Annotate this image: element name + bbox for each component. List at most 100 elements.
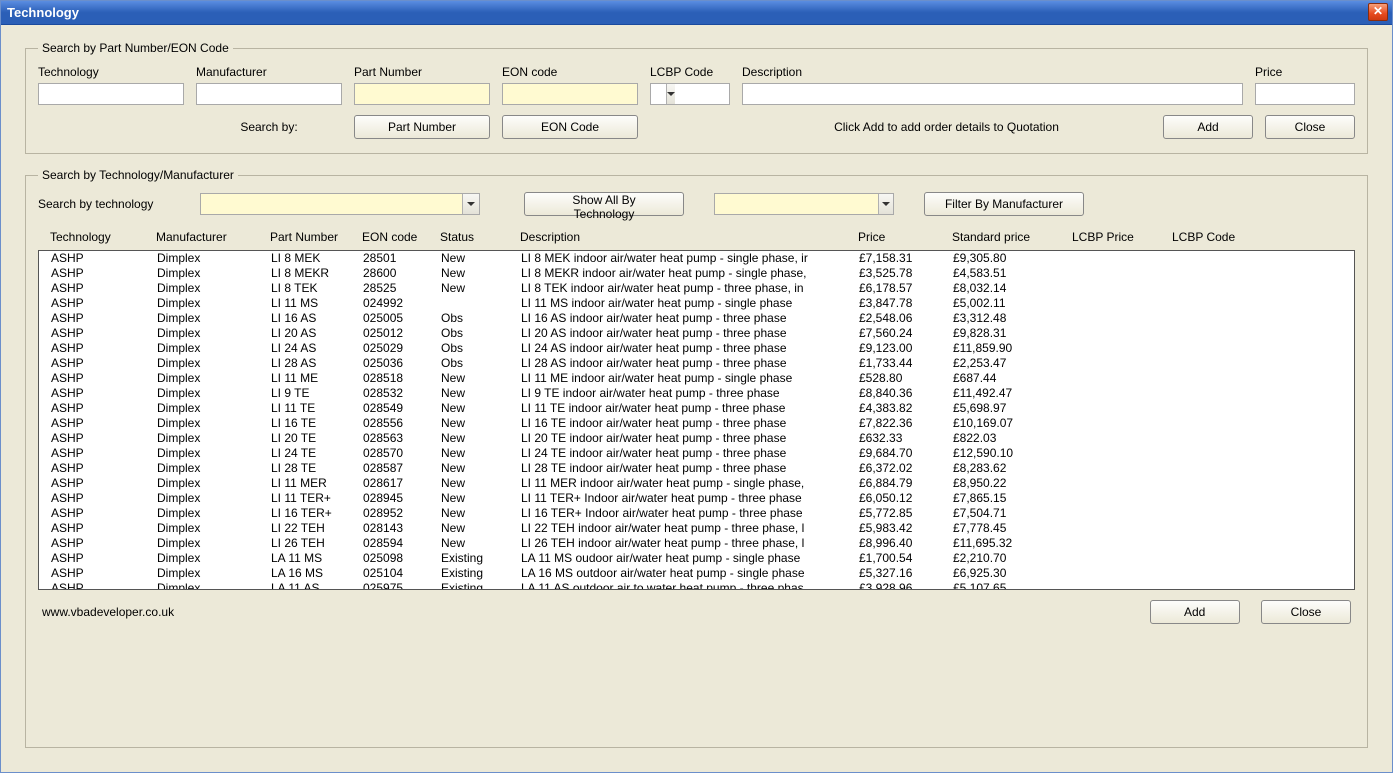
cell-stdp: £687.44	[953, 371, 1073, 386]
description-input[interactable]	[742, 83, 1243, 105]
table-row[interactable]: ASHPDimplexLI 28 AS025036ObsLI 28 AS ind…	[39, 356, 1354, 371]
cell-desc: LI 8 TEK indoor air/water heat pump - th…	[521, 281, 859, 296]
table-row[interactable]: ASHPDimplexLI 16 TE028556NewLI 16 TE ind…	[39, 416, 1354, 431]
results-listbox[interactable]: ASHPDimplexLI 8 MEK28501NewLI 8 MEK indo…	[38, 250, 1355, 590]
cell-price: £9,123.00	[859, 341, 953, 356]
header-description: Description	[520, 230, 858, 244]
manufacturer-combo[interactable]	[714, 193, 894, 215]
footer-link[interactable]: www.vbadeveloper.co.uk	[42, 605, 174, 619]
table-row[interactable]: ASHPDimplexLI 8 MEK28501NewLI 8 MEK indo…	[39, 251, 1354, 266]
manufacturer-combo-input[interactable]	[715, 194, 878, 214]
cell-manuf: Dimplex	[157, 431, 271, 446]
search-part-number-button[interactable]: Part Number	[354, 115, 490, 139]
cell-eon: 028549	[363, 401, 441, 416]
cell-lcbpp	[1073, 386, 1173, 401]
cell-status: New	[441, 491, 521, 506]
close-icon[interactable]: ✕	[1368, 3, 1388, 21]
cell-manuf: Dimplex	[157, 341, 271, 356]
cell-status: New	[441, 431, 521, 446]
cell-manuf: Dimplex	[157, 281, 271, 296]
cell-tech: ASHP	[51, 551, 157, 566]
cell-part: LI 28 AS	[271, 356, 363, 371]
table-row[interactable]: ASHPDimplexLI 11 TER+028945NewLI 11 TER+…	[39, 491, 1354, 506]
chevron-down-icon[interactable]	[878, 194, 893, 214]
cell-part: LI 26 TEH	[271, 536, 363, 551]
table-row[interactable]: ASHPDimplexLI 11 MS024992LI 11 MS indoor…	[39, 296, 1354, 311]
table-row[interactable]: ASHPDimplexLI 20 AS025012ObsLI 20 AS ind…	[39, 326, 1354, 341]
cell-tech: ASHP	[51, 536, 157, 551]
part-number-combo-input[interactable]	[355, 84, 518, 104]
close-button[interactable]: Close	[1265, 115, 1355, 139]
table-row[interactable]: ASHPDimplexLA 11 MS025098ExistingLA 11 M…	[39, 551, 1354, 566]
eon-code-combo[interactable]	[502, 83, 638, 105]
manufacturer-input[interactable]	[196, 83, 342, 105]
cell-lcbpc	[1173, 281, 1273, 296]
technology-combo-input[interactable]	[201, 194, 462, 214]
table-row[interactable]: ASHPDimplexLI 16 TER+028952NewLI 16 TER+…	[39, 506, 1354, 521]
cell-manuf: Dimplex	[157, 566, 271, 581]
technology-input[interactable]	[38, 83, 184, 105]
cell-status: Obs	[441, 326, 521, 341]
cell-lcbpc	[1173, 356, 1273, 371]
group-search-technology-legend: Search by Technology/Manufacturer	[38, 168, 238, 182]
table-row[interactable]: ASHPDimplexLA 11 AS025975ExistingLA 11 A…	[39, 581, 1354, 590]
chevron-down-icon[interactable]	[462, 194, 479, 214]
table-row[interactable]: ASHPDimplexLI 8 TEK28525NewLI 8 TEK indo…	[39, 281, 1354, 296]
cell-eon: 028952	[363, 506, 441, 521]
table-row[interactable]: ASHPDimplexLA 16 MS025104ExistingLA 16 M…	[39, 566, 1354, 581]
cell-manuf: Dimplex	[157, 581, 271, 590]
table-row[interactable]: ASHPDimplexLI 28 TE028587NewLI 28 TE ind…	[39, 461, 1354, 476]
part-number-combo[interactable]	[354, 83, 490, 105]
cell-lcbpc	[1173, 431, 1273, 446]
cell-manuf: Dimplex	[157, 386, 271, 401]
cell-desc: LI 11 TE indoor air/water heat pump - th…	[521, 401, 859, 416]
table-row[interactable]: ASHPDimplexLI 24 AS025029ObsLI 24 AS ind…	[39, 341, 1354, 356]
eon-code-combo-input[interactable]	[503, 84, 666, 104]
cell-stdp: £3,312.48	[953, 311, 1073, 326]
cell-eon: 024992	[363, 296, 441, 311]
header-eon-code: EON code	[362, 230, 440, 244]
cell-lcbpp	[1073, 296, 1173, 311]
cell-tech: ASHP	[51, 506, 157, 521]
table-row[interactable]: ASHPDimplexLI 22 TEH028143NewLI 22 TEH i…	[39, 521, 1354, 536]
table-row[interactable]: ASHPDimplexLI 16 AS025005ObsLI 16 AS ind…	[39, 311, 1354, 326]
table-row[interactable]: ASHPDimplexLI 11 TE028549NewLI 11 TE ind…	[39, 401, 1354, 416]
cell-tech: ASHP	[51, 326, 157, 341]
search-eon-code-button[interactable]: EON Code	[502, 115, 638, 139]
cell-manuf: Dimplex	[157, 401, 271, 416]
label-part-number: Part Number	[354, 65, 490, 79]
filter-by-manufacturer-button[interactable]: Filter By Manufacturer	[924, 192, 1084, 216]
cell-part: LI 24 TE	[271, 446, 363, 461]
cell-lcbpc	[1173, 371, 1273, 386]
footer-add-button[interactable]: Add	[1150, 600, 1240, 624]
show-all-by-technology-button[interactable]: Show All By Technology	[524, 192, 684, 216]
price-input[interactable]	[1255, 83, 1355, 105]
header-price: Price	[858, 230, 952, 244]
cell-eon: 028556	[363, 416, 441, 431]
table-row[interactable]: ASHPDimplexLI 11 ME028518NewLI 11 ME ind…	[39, 371, 1354, 386]
table-row[interactable]: ASHPDimplexLI 20 TE028563NewLI 20 TE ind…	[39, 431, 1354, 446]
cell-status: New	[441, 386, 521, 401]
cell-part: LI 16 AS	[271, 311, 363, 326]
footer-close-button[interactable]: Close	[1261, 600, 1351, 624]
table-row[interactable]: ASHPDimplexLI 26 TEH028594NewLI 26 TEH i…	[39, 536, 1354, 551]
cell-stdp: £5,107.65	[953, 581, 1073, 590]
chevron-down-icon[interactable]	[666, 84, 675, 104]
cell-lcbpp	[1073, 446, 1173, 461]
technology-combo[interactable]	[200, 193, 480, 215]
titlebar[interactable]: Technology ✕	[1, 1, 1392, 25]
table-row[interactable]: ASHPDimplexLI 11 MER028617NewLI 11 MER i…	[39, 476, 1354, 491]
table-row[interactable]: ASHPDimplexLI 9 TE028532NewLI 9 TE indoo…	[39, 386, 1354, 401]
cell-price: £3,928.96	[859, 581, 953, 590]
cell-lcbpc	[1173, 461, 1273, 476]
header-manufacturer: Manufacturer	[156, 230, 270, 244]
cell-part: LA 11 AS	[271, 581, 363, 590]
dialog-body: Search by Part Number/EON Code Technolog…	[1, 25, 1392, 772]
cell-desc: LI 8 MEK indoor air/water heat pump - si…	[521, 251, 859, 266]
cell-lcbpp	[1073, 506, 1173, 521]
cell-part: LA 11 MS	[271, 551, 363, 566]
table-row[interactable]: ASHPDimplexLI 8 MEKR28600NewLI 8 MEKR in…	[39, 266, 1354, 281]
cell-lcbpp	[1073, 281, 1173, 296]
add-button[interactable]: Add	[1163, 115, 1253, 139]
table-row[interactable]: ASHPDimplexLI 24 TE028570NewLI 24 TE ind…	[39, 446, 1354, 461]
